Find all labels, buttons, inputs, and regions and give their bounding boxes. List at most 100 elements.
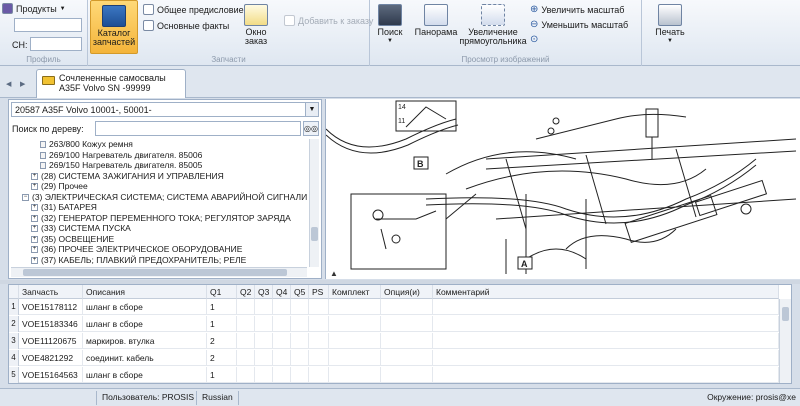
chevron-down-icon[interactable]: ▼ — [305, 103, 318, 116]
column-header[interactable]: Q1 — [207, 285, 237, 299]
exploded-view-drawing[interactable]: 14 11 B A ▲ — [325, 99, 800, 279]
tree-node[interactable]: 269/100 Нагреватель двигателя. 85006 — [40, 150, 202, 161]
column-header[interactable]: Опция(и) — [381, 285, 433, 299]
table-cell: шланг в сборе — [83, 367, 207, 383]
zoom-in-button[interactable]: ⊕ Увеличить масштаб — [530, 4, 624, 15]
general-foreword-button[interactable]: Общее предисловие — [143, 4, 244, 15]
tree-vertical-scrollbar[interactable] — [309, 139, 319, 267]
basic-facts-label: Основные факты — [157, 20, 230, 31]
table-cell: VOE4821292 — [19, 350, 83, 366]
print-button[interactable]: Печать ▼ — [650, 4, 690, 46]
zoom-out-label: Уменьшить масштаб — [541, 19, 629, 30]
add-to-cart-label: Добавить к заказу — [298, 15, 374, 26]
tab-strip: ◀ ▶ Сочлененные самосвалы A35F Volvo SN … — [0, 66, 800, 98]
column-header[interactable]: Комментарий — [433, 285, 779, 299]
column-header[interactable]: Q5 — [291, 285, 309, 299]
table-cell — [237, 316, 255, 332]
binoculars-icon[interactable]: ◎◎ — [303, 121, 319, 136]
table-cell — [381, 333, 433, 349]
tab-scroll-right-icon[interactable]: ▶ — [20, 80, 25, 88]
collapse-icon[interactable]: − — [22, 193, 29, 201]
tree-node[interactable]: + (32) ГЕНЕРАТОР ПЕРЕМЕННОГО ТОКА; РЕГУЛЯ… — [31, 213, 291, 224]
tree-node[interactable]: + (36) ПРОЧЕЕ ЭЛЕКТРИЧЕСКОЕ ОБОРУДОВАНИЕ — [31, 244, 242, 255]
parts-catalog-button[interactable]: Каталог запчастей — [90, 0, 138, 54]
expand-icon[interactable]: + — [31, 183, 38, 190]
tree-node[interactable]: + (37) КАБЕЛЬ; ПЛАВКИЙ ПРЕДОХРАНИТЕЛЬ; РЕ… — [31, 255, 246, 266]
table-cell — [329, 350, 381, 366]
tree-node[interactable]: + (33) СИСТЕМА ПУСКА — [31, 223, 131, 234]
column-header[interactable]: PS — [309, 285, 329, 299]
cylinder-rod — [694, 179, 768, 217]
tree-node[interactable]: + (29) Прочее — [31, 181, 88, 192]
expand-icon[interactable]: + — [31, 256, 38, 264]
tab-title-line2: A35F Volvo SN -99999 — [59, 83, 151, 93]
table-vertical-scroll-thumb[interactable] — [782, 307, 789, 321]
view-group: Поиск ▼ Панорама Увеличение прямоугольни… — [370, 0, 642, 66]
table-vertical-scrollbar[interactable] — [779, 299, 791, 383]
table-row[interactable]: 4 VOE4821292 соединит. кабель 2 — [9, 350, 779, 366]
zoom-rectangle-button[interactable]: Увеличение прямоугольника — [458, 4, 528, 46]
hose-line — [565, 228, 677, 250]
tab-articulated-haulers[interactable]: Сочлененные самосвалы A35F Volvo SN -999… — [36, 69, 186, 98]
column-header[interactable]: Q2 — [237, 285, 255, 299]
column-header[interactable]: Q4 — [273, 285, 291, 299]
fitting — [547, 127, 555, 135]
sn-field[interactable] — [30, 37, 82, 51]
tree-node[interactable]: 269/150 Нагреватель двигателя. 85005 — [40, 160, 202, 171]
tree-search-input[interactable] — [95, 121, 301, 136]
tree-horizontal-scrollbar[interactable] — [11, 267, 307, 277]
column-header[interactable]: Q3 — [255, 285, 273, 299]
products-icon — [2, 3, 13, 14]
panorama-button[interactable]: Панорама — [412, 4, 460, 37]
expand-icon[interactable]: + — [31, 246, 38, 253]
splitter-handle-icon[interactable]: ▲ — [330, 269, 338, 278]
tree-node[interactable]: + (35) ОСВЕЩЕНИЕ — [31, 234, 114, 245]
table-row[interactable]: 1 VOE15178112 шланг в сборе 1 — [9, 299, 779, 315]
order-window-button[interactable]: Окно заказ — [238, 4, 274, 46]
table-cell — [237, 367, 255, 383]
status-bar: Пользователь: PROSIS Russian Окружение: … — [0, 388, 800, 406]
view-group-title: Просмотр изображений — [461, 55, 550, 64]
expand-icon[interactable]: + — [31, 204, 38, 211]
basic-facts-button[interactable]: Основные факты — [143, 20, 229, 31]
tree-node[interactable]: 263/800 Кожух ремня — [40, 139, 133, 150]
table-cell — [291, 299, 309, 315]
tree-node[interactable]: + (31) БАТАРЕЯ — [31, 202, 97, 213]
table-cell — [273, 367, 291, 383]
expand-icon[interactable]: + — [31, 172, 38, 180]
status-language: Russian — [202, 392, 233, 402]
column-header[interactable]: Комплект — [329, 285, 381, 299]
tree-node[interactable]: − (3) ЭЛЕКТРИЧЕСКАЯ СИСТЕМА; СИСТЕМА АВАР… — [22, 192, 307, 203]
table-row[interactable]: 5 VOE15164563 шланг в сборе 1 — [9, 367, 779, 383]
model-select[interactable]: 20587 A35F Volvo 10001-, 50001- ▼ — [11, 102, 319, 117]
tree-node[interactable]: + (28) СИСТЕМА ЗАЖИГАНИЯ И УПРАВЛЕНИЯ — [31, 171, 224, 182]
table-cell: VOE15178112 — [19, 299, 83, 315]
frame-line — [585, 154, 607, 225]
expand-icon[interactable]: + — [31, 214, 38, 222]
table-cell: шланг в сборе — [83, 299, 207, 315]
column-header[interactable]: Описания — [83, 285, 207, 299]
zoom-fit-button[interactable]: ⊙ — [530, 34, 538, 45]
chevron-down-icon: ▼ — [387, 38, 393, 44]
search-button[interactable]: Поиск ▼ — [372, 4, 408, 46]
profile-group-title: Профиль — [26, 55, 61, 64]
hose-line — [465, 168, 707, 190]
tree-horizontal-scroll-thumb[interactable] — [23, 269, 287, 276]
expand-icon[interactable]: + — [31, 235, 38, 243]
hose-line — [525, 248, 587, 260]
fitting — [740, 203, 752, 215]
expand-icon[interactable]: + — [31, 225, 38, 232]
products-field[interactable] — [14, 18, 82, 32]
table-cell — [309, 299, 329, 315]
products-menu[interactable]: Продукты ▼ — [2, 3, 66, 14]
table-row[interactable]: 3 VOE11120675 маркиров. втулка 2 — [9, 333, 779, 349]
tab-scroll-left-icon[interactable]: ◀ — [6, 80, 11, 88]
column-header[interactable]: Запчасть — [19, 285, 83, 299]
zoom-out-button[interactable]: ⊖ Уменьшить масштаб — [530, 19, 628, 30]
tree-vertical-scroll-thumb[interactable] — [311, 227, 318, 241]
table-row[interactable]: 2 VOE15183346 шланг в сборе 1 — [9, 316, 779, 332]
zoom-fit-icon: ⊙ — [530, 34, 539, 45]
add-to-cart-button[interactable]: Добавить к заказу — [284, 15, 373, 26]
document-icon — [40, 141, 46, 148]
status-user: Пользователь: PROSIS — [102, 392, 195, 402]
